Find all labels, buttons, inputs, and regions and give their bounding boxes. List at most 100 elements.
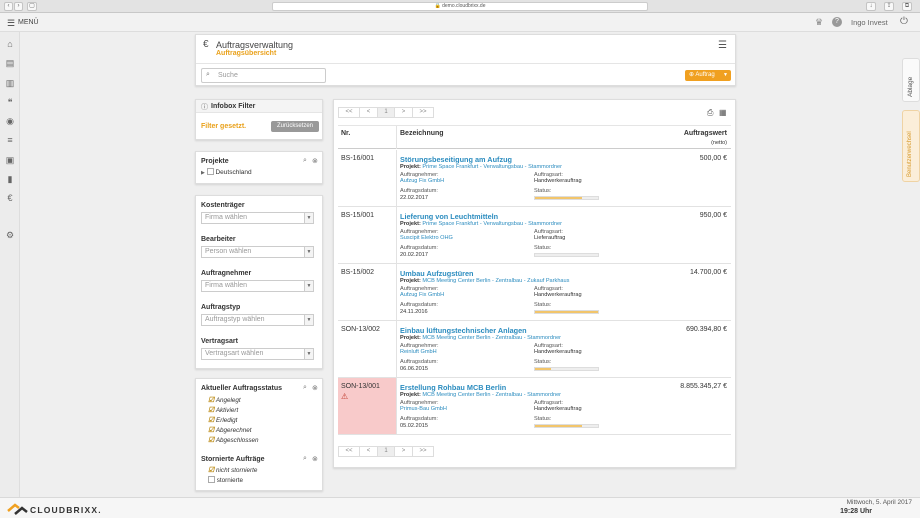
book-icon[interactable]: ▮ xyxy=(4,173,16,185)
page-prev-button[interactable]: < xyxy=(359,107,378,118)
status-option[interactable]: ☑ Abgerechnet xyxy=(208,426,259,436)
menu-label[interactable]: MENÜ xyxy=(18,19,39,26)
search-icon[interactable]: ⌕ xyxy=(303,384,307,392)
clear-icon[interactable]: ⊗ xyxy=(312,455,318,463)
status-option[interactable]: ☑ Erledigt xyxy=(208,416,259,426)
clear-icon[interactable]: ⊗ xyxy=(312,384,318,392)
search-input[interactable]: ⌕ Suche xyxy=(201,68,326,83)
project-tree-item[interactable]: ▶ Deutschland xyxy=(201,168,252,176)
status-option[interactable]: ☑ Angelegt xyxy=(208,396,259,406)
row-title-link[interactable]: Störungsbeseitigung am Aufzug xyxy=(400,155,512,164)
page-next-button[interactable]: > xyxy=(394,107,413,118)
project-link[interactable]: Prime Space Frankfurt - Verwaltungsbau -… xyxy=(422,221,562,227)
search-icon[interactable]: ⌕ xyxy=(303,157,307,165)
contractor-link[interactable]: Aufzug Fix GmbH xyxy=(400,178,444,184)
page-last-button[interactable]: >> xyxy=(412,446,434,457)
auftragnehmer-select[interactable]: Firma wählen ▼ xyxy=(201,280,314,292)
table-row[interactable]: SON-13/001 ⚠ Erstellung Rohbau MCB Berlin P… xyxy=(338,378,731,435)
contractor-link[interactable]: Reinluft GmbH xyxy=(400,349,437,355)
bearbeiter-select[interactable]: Person wählen ▼ xyxy=(201,246,314,258)
status-option[interactable]: ☑ Abgeschlossen xyxy=(208,436,259,446)
row-title-link[interactable]: Erstellung Rohbau MCB Berlin xyxy=(400,383,506,392)
ablage-label: Ablage xyxy=(907,76,914,97)
kostentraeger-select[interactable]: Firma wählen ▼ xyxy=(201,212,314,224)
status-option-label: Abgerechnet xyxy=(215,426,252,434)
checkbox-checked-icon[interactable]: ☑ xyxy=(208,397,214,404)
page-next-button[interactable]: > xyxy=(394,446,413,457)
share-icon[interactable]: ⇪ xyxy=(884,2,894,11)
buildings-icon[interactable]: ▥ xyxy=(4,77,16,89)
chat-icon[interactable]: ❝ xyxy=(4,96,16,108)
page-current[interactable]: 1 xyxy=(377,107,395,118)
grid-view-icon[interactable]: ▦ xyxy=(719,108,727,117)
download-icon[interactable]: ↓ xyxy=(866,2,876,11)
vertragsart-select[interactable]: Vertragsart wählen ▼ xyxy=(201,348,314,360)
table-row[interactable]: BS-16/001 Störungsbeseitigung am Aufzug Pr… xyxy=(338,150,731,207)
print-icon[interactable]: ⎙ xyxy=(707,108,713,118)
warning-icon: ⚠ xyxy=(341,392,349,401)
checkbox-checked-icon[interactable]: ☑ xyxy=(208,417,214,424)
page-header: € Auftragsverwaltung Auftragsübersicht ☰… xyxy=(195,34,736,86)
contractor-link[interactable]: Aufzug Fix GmbH xyxy=(400,292,444,298)
checkbox-checked-icon[interactable]: ☑ xyxy=(208,437,214,444)
status-option[interactable]: ☑ Aktiviert xyxy=(208,406,259,416)
caret-right-icon[interactable]: ▶ xyxy=(201,170,205,176)
auftragstyp-select[interactable]: Auftragstyp wählen ▼ xyxy=(201,314,314,326)
help-icon[interactable]: ? xyxy=(832,17,842,27)
checkbox[interactable] xyxy=(206,168,214,175)
table-row[interactable]: BS-15/001 Lieferung von Leuchtmitteln Proj… xyxy=(338,207,731,264)
page-current[interactable]: 1 xyxy=(377,446,395,457)
ablage-tab[interactable]: Ablage xyxy=(902,58,920,102)
settings-icon[interactable]: ⚙ xyxy=(4,229,16,241)
page-prev-button[interactable]: < xyxy=(359,446,378,457)
row-title-link[interactable]: Einbau lüftungstechnischer Anlagen xyxy=(400,326,527,335)
euro-icon[interactable]: € xyxy=(4,192,16,204)
url-bar[interactable]: 🔒 demo.cloudbrixx.de xyxy=(272,2,648,11)
search-icon[interactable]: ⌕ xyxy=(303,455,307,463)
row-title-link[interactable]: Lieferung von Leuchtmitteln xyxy=(400,212,498,221)
project-link[interactable]: MCB Meeting Center Berlin - Zentralbau -… xyxy=(422,335,561,341)
hamburger-menu-icon[interactable]: ☰ xyxy=(718,40,727,51)
checkbox-checked-icon[interactable]: ☑ xyxy=(208,407,214,414)
sidebar-toggle-icon[interactable]: ▢ xyxy=(27,2,37,11)
power-icon[interactable]: ⏻ xyxy=(900,16,908,27)
project-key: Projekt: xyxy=(400,221,421,227)
row-title-link[interactable]: Umbau Aufzugstüren xyxy=(400,269,474,278)
contractor-link[interactable]: Suscipit Elektro OHG xyxy=(400,235,453,241)
column-bezeichnung[interactable]: Bezeichnung xyxy=(400,130,444,137)
column-auftragswert[interactable]: Auftragswert xyxy=(684,130,727,137)
report-icon[interactable]: ▤ xyxy=(4,57,16,69)
clear-icon[interactable]: ⊗ xyxy=(312,157,318,165)
home-icon[interactable]: ⌂ xyxy=(4,38,16,50)
checkbox[interactable] xyxy=(208,475,215,483)
storno-option[interactable]: ☑ nicht stornierte xyxy=(208,466,257,476)
status-progress-fill xyxy=(535,197,583,199)
table-row[interactable]: SON-13/002 Einbau lüftungstechnischer Anl… xyxy=(338,321,731,378)
document-icon[interactable]: ≡ xyxy=(4,134,16,146)
reset-filter-button[interactable]: Zurücksetzen xyxy=(271,121,319,132)
notes-tab[interactable]: Benutzerwechsel xyxy=(902,110,920,182)
checkbox-checked-icon[interactable]: ☑ xyxy=(208,427,214,434)
hamburger-icon[interactable]: ☰ xyxy=(7,18,15,29)
storno-option[interactable]: stornierte xyxy=(208,475,257,486)
page-first-button[interactable]: << xyxy=(338,446,360,457)
contractor-link[interactable]: Primus-Bau GmbH xyxy=(400,406,447,412)
page-first-button[interactable]: << xyxy=(338,107,360,118)
user-name[interactable]: Ingo Invest xyxy=(851,18,888,27)
project-link[interactable]: MCB Meeting Center Berlin - Zentralbau -… xyxy=(422,278,569,284)
add-auftrag-button[interactable]: ⊕ Auftrag ▼ xyxy=(685,70,731,81)
checkbox-checked-icon[interactable]: ☑ xyxy=(208,467,214,474)
project-link[interactable]: MCB Meeting Center Berlin - Zentralbau -… xyxy=(422,392,561,398)
back-icon[interactable]: ‹ xyxy=(4,2,13,11)
table-row[interactable]: BS-15/002 Umbau Aufzugstüren Projekt: MCB … xyxy=(338,264,731,321)
image-icon[interactable]: ▣ xyxy=(4,154,16,166)
project-link[interactable]: Prime Space Frankfurt - Verwaltungsbau -… xyxy=(422,164,562,170)
date-value: 06.06.2015 xyxy=(400,366,428,372)
camera-icon[interactable]: ◉ xyxy=(4,115,16,127)
trophy-icon[interactable]: ♛ xyxy=(815,17,823,28)
row-number: BS-16/001 xyxy=(341,155,375,162)
column-nr[interactable]: Nr. xyxy=(341,130,350,137)
forward-icon[interactable]: › xyxy=(14,2,23,11)
tabs-icon[interactable]: ⧉ xyxy=(902,2,912,11)
page-last-button[interactable]: >> xyxy=(412,107,434,118)
